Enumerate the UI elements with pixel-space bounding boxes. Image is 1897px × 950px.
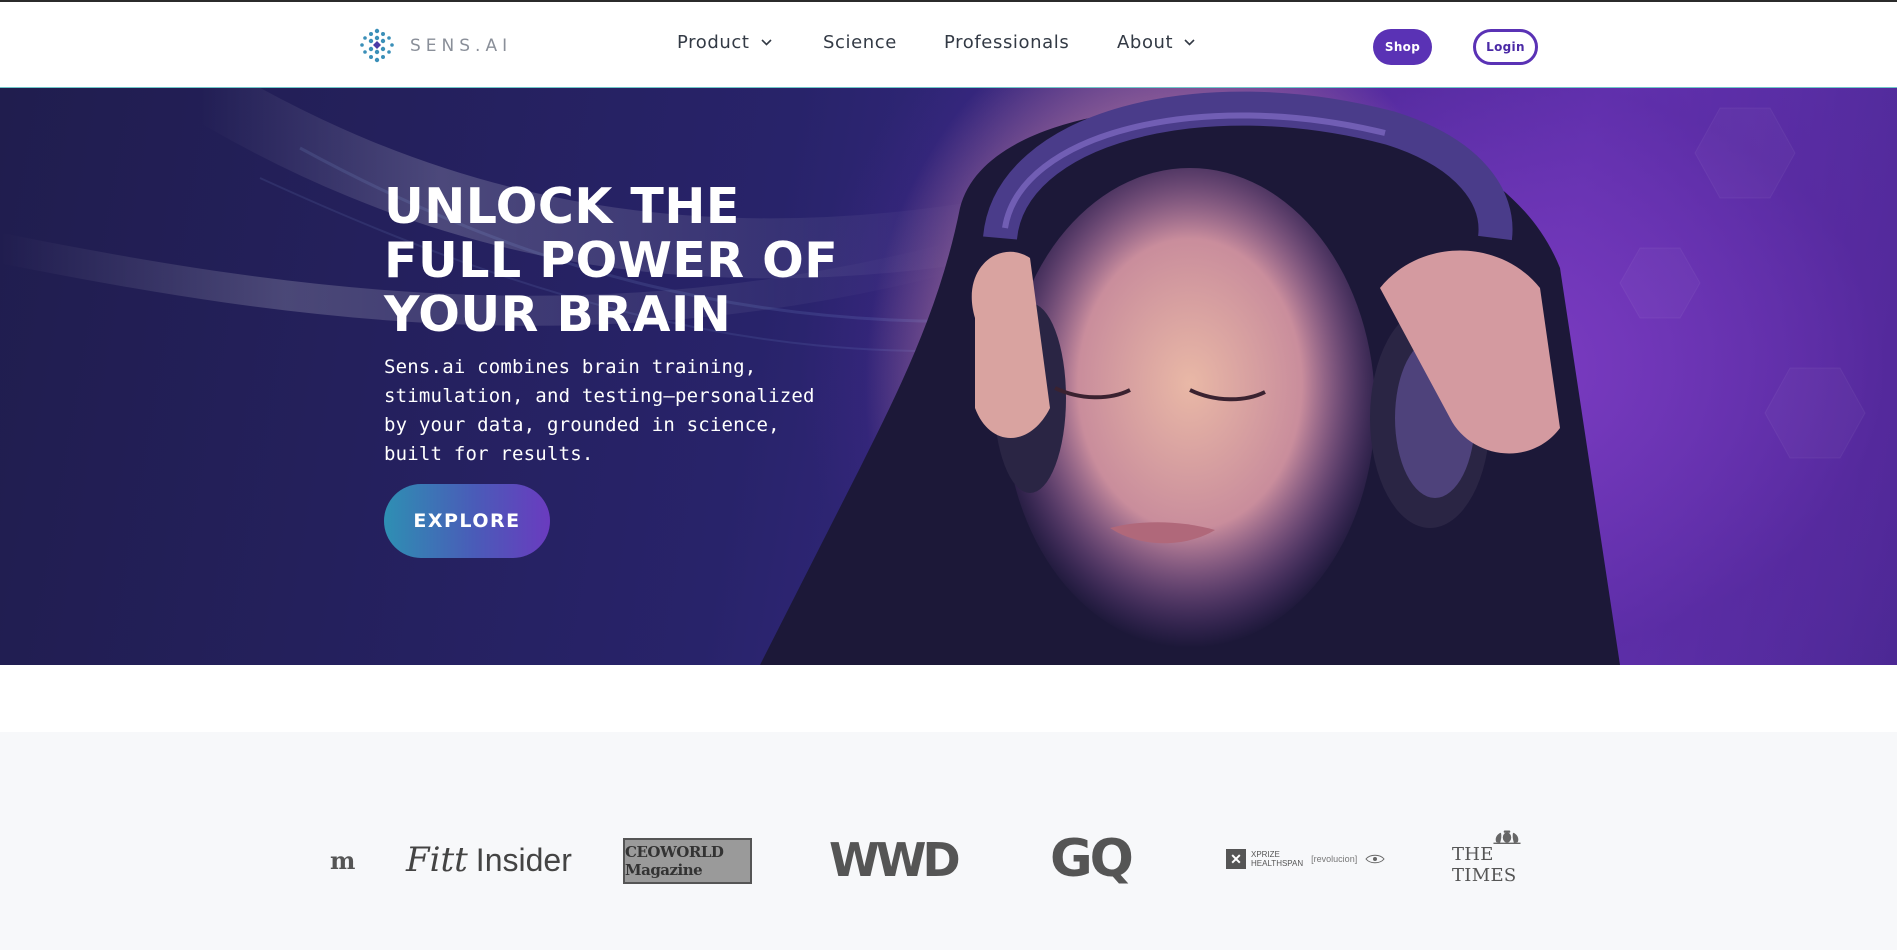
ceoworld-wordmark: CEOWORLD Magazine <box>625 843 724 879</box>
xprize-line2: HEALTHSPAN <box>1251 859 1304 868</box>
chevron-down-icon <box>760 39 772 46</box>
press-logo-gq: GQ <box>1050 829 1134 889</box>
xprize-tag: [revolucion] <box>1311 853 1358 864</box>
logo[interactable]: SENS.AI <box>358 26 512 66</box>
press-logo-partial-text: m <box>330 846 356 875</box>
press-logo-fitt-insider: Fitt Insider <box>406 838 572 882</box>
press-logo-partial: m <box>330 846 355 875</box>
hero-image <box>0 88 1866 665</box>
eye-icon <box>1365 854 1385 864</box>
explore-button[interactable]: EXPLORE <box>384 484 550 558</box>
nav-about[interactable]: About <box>1117 32 1195 53</box>
nav-about-label: About <box>1117 32 1174 53</box>
fitt-wordmark: Fitt <box>406 840 468 880</box>
nav-science[interactable]: Science <box>823 32 897 53</box>
hero-subtitle: Sens.ai combines brain training, stimula… <box>384 356 815 465</box>
hero-title: UNLOCK THE FULL POWER OF YOUR BRAIN <box>384 180 844 342</box>
nav-professionals[interactable]: Professionals <box>944 32 1069 53</box>
nav-professionals-label: Professionals <box>944 32 1070 53</box>
shop-button[interactable]: Shop <box>1373 29 1432 65</box>
nav-product-label: Product <box>677 32 750 53</box>
nav-science-label: Science <box>823 32 897 53</box>
times-crest-icon <box>1493 830 1521 844</box>
hero-title-line: FULL POWER OF <box>384 232 839 289</box>
press-logo-ceoworld: CEOWORLD Magazine <box>623 838 752 884</box>
login-button[interactable]: Login <box>1473 29 1538 65</box>
wwd-wordmark: WWD <box>829 833 961 887</box>
chevron-down-icon <box>1184 39 1195 46</box>
logo-text: SENS.AI <box>410 36 513 56</box>
nav-product[interactable]: Product <box>677 32 772 53</box>
hero-title-line: YOUR BRAIN <box>384 286 732 343</box>
xprize-line1: XPRIZE <box>1251 850 1280 859</box>
xprize-x-icon: ✕ <box>1226 849 1246 869</box>
site-header: SENS.AI Product Science Professionals Ab… <box>0 0 1897 88</box>
insider-wordmark: Insider <box>475 841 572 878</box>
press-logo-xprize-healthspan: ✕ XPRIZE HEALTHSPAN [revolucion] <box>1226 846 1385 872</box>
gq-wordmark: GQ <box>1050 829 1134 889</box>
press-logo-wwd: WWD <box>829 833 961 887</box>
hero-title-line: UNLOCK THE <box>384 178 740 235</box>
press-logo-the-times: THE TIMES <box>1452 830 1562 886</box>
hero-section: UNLOCK THE FULL POWER OF YOUR BRAIN Sens… <box>0 88 1897 665</box>
sens-ai-logo-icon <box>360 28 394 63</box>
times-wordmark: THE TIMES <box>1452 844 1517 886</box>
